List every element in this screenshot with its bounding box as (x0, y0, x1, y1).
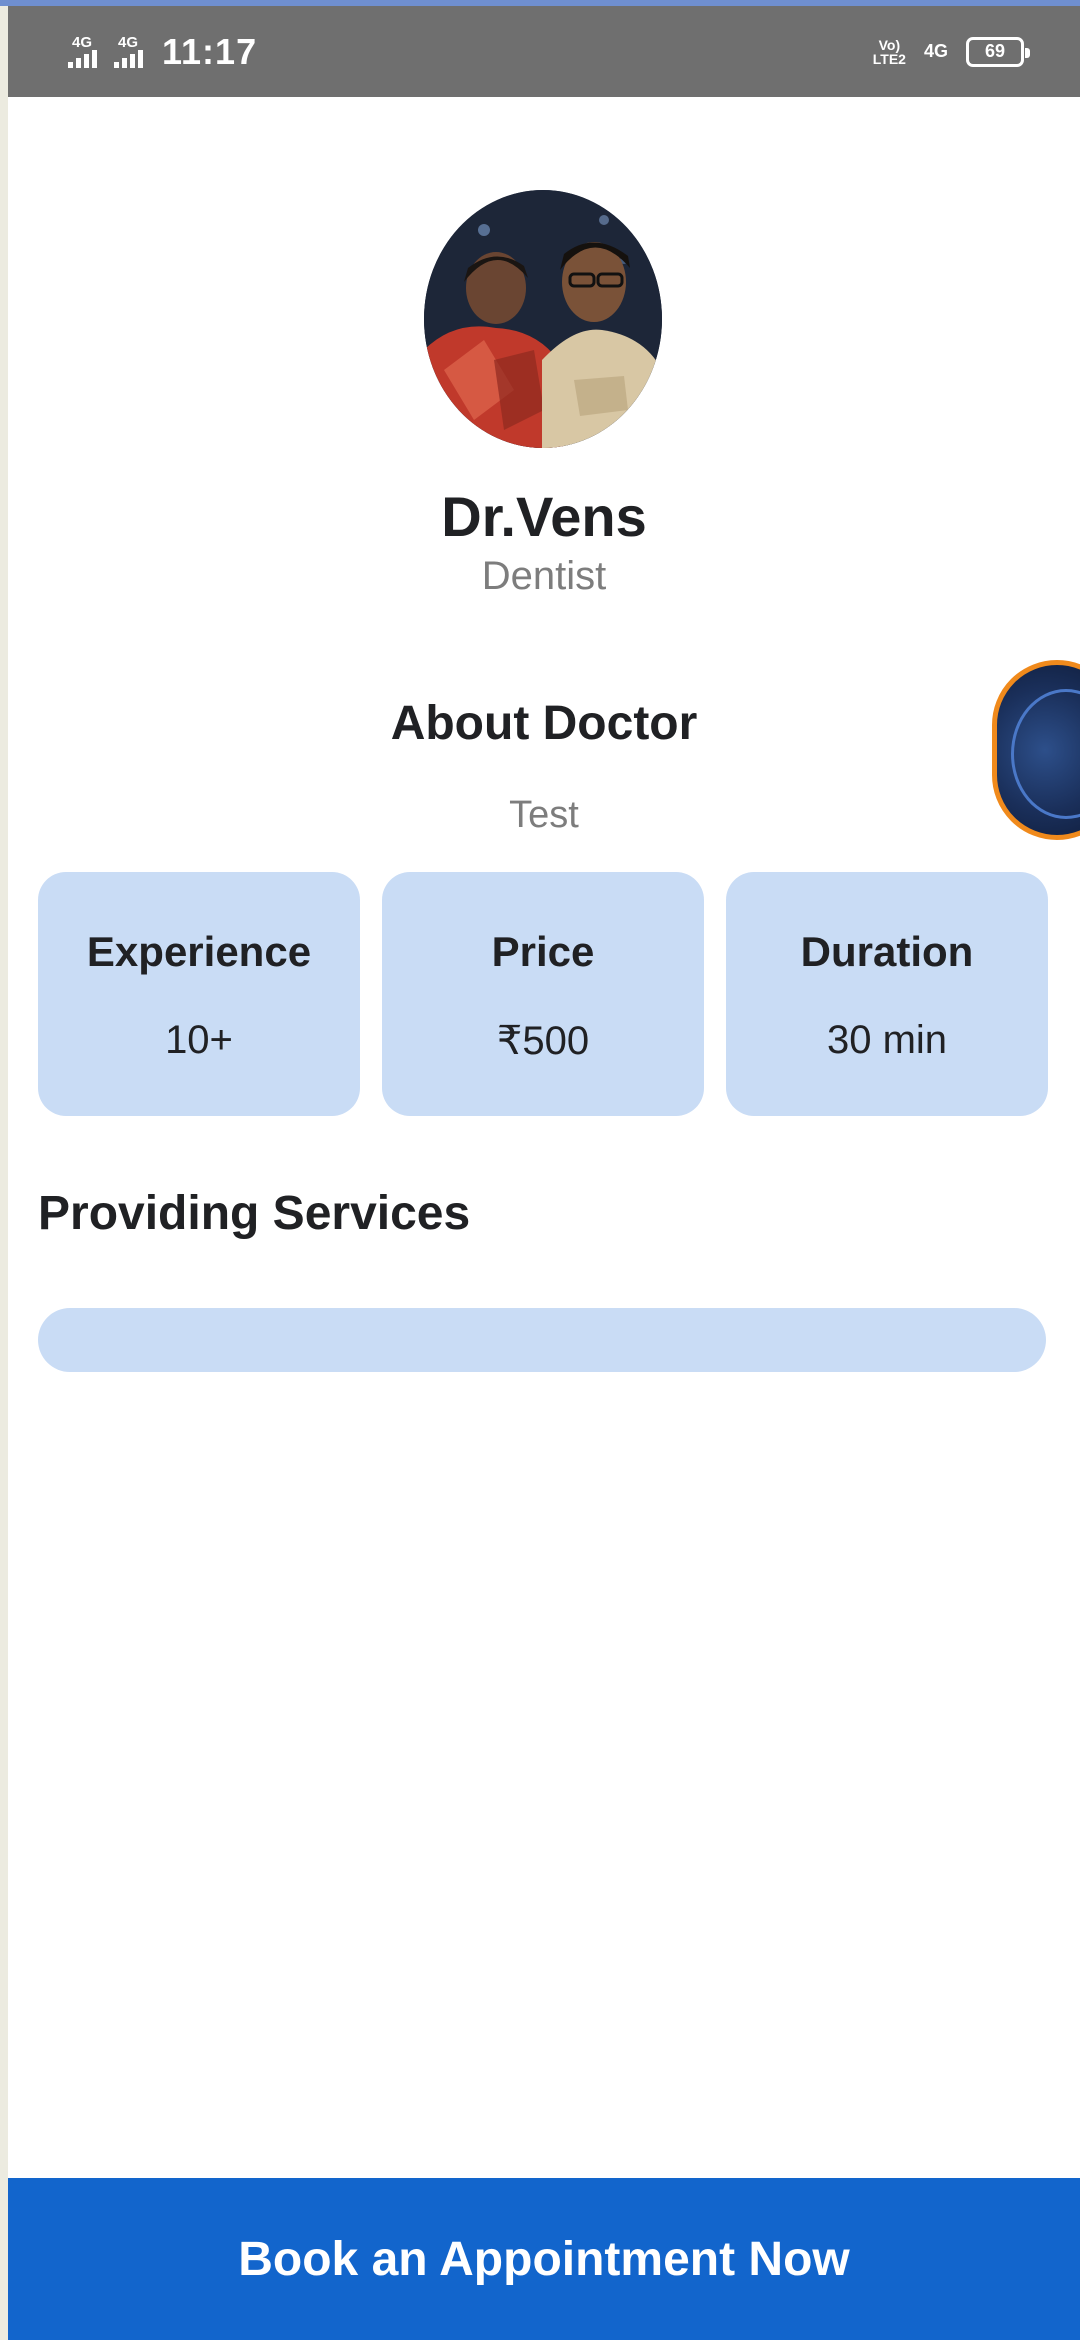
volte-icon: Vo) LTE2 (873, 38, 906, 66)
experience-value: 10+ (165, 1018, 233, 1062)
floating-assistant-icon[interactable] (992, 660, 1080, 840)
book-appointment-button[interactable]: Book an Appointment Now (8, 2178, 1080, 2340)
experience-card: Experience 10+ (38, 872, 360, 1116)
duration-value: 30 min (826, 1018, 948, 1062)
sim1-network-label: 4G (71, 34, 92, 51)
network-type-icon: 4G (923, 41, 948, 61)
about-doctor-heading: About Doctor (390, 697, 698, 750)
status-right: Vo) LTE2 4G 69 (873, 6, 1030, 97)
battery-level: 69 (984, 41, 1006, 61)
status-time: 11:17 (162, 30, 258, 72)
app-screen: 4G 4G 11:17 Vo) LTE2 4G 69 Dr.Vens Denti… (8, 6, 1080, 2340)
sim2-signal-icon: 4G (110, 35, 146, 68)
doctor-specialty: Dentist (481, 554, 607, 598)
price-label: Price (491, 928, 595, 975)
sim2-network-label: 4G (117, 34, 138, 51)
about-doctor-text: Test (509, 794, 579, 836)
assistant-ring-icon (1011, 689, 1080, 819)
battery-icon: 69 (966, 36, 1030, 67)
duration-card: Duration 30 min (726, 872, 1048, 1116)
providing-services-heading: Providing Services (38, 1187, 471, 1240)
doctor-name: Dr.Vens (441, 485, 647, 548)
doctor-avatar (424, 190, 662, 448)
experience-label: Experience (86, 928, 312, 975)
volte-label: Vo) (878, 36, 901, 53)
status-bar: 4G 4G 11:17 Vo) LTE2 4G 69 (8, 6, 1080, 97)
price-value: ₹500 (496, 1019, 590, 1063)
duration-label: Duration (800, 928, 974, 975)
volte-sim-label: LTE2 (872, 50, 906, 67)
price-card: Price ₹500 (382, 872, 704, 1116)
sim1-signal-icon: 4G (64, 35, 100, 68)
avatar-photo (424, 190, 662, 448)
service-list-item[interactable] (38, 1308, 1046, 1372)
status-left: 4G 4G 11:17 (64, 6, 257, 97)
